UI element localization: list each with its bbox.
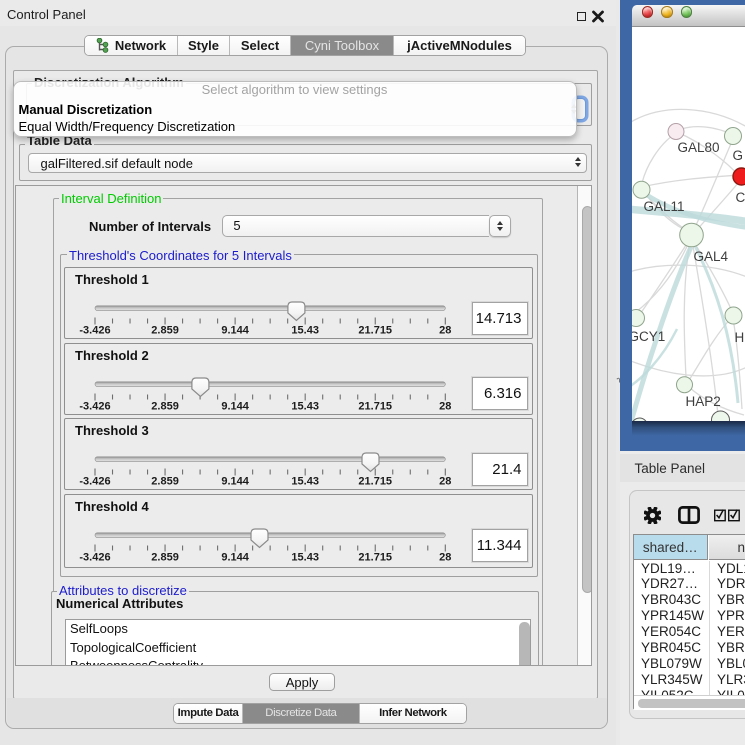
svg-text:9.144: 9.144 (221, 552, 249, 564)
svg-text:9.144: 9.144 (221, 325, 249, 337)
svg-text:GAL11: GAL11 (643, 199, 684, 214)
svg-text:21.715: 21.715 (358, 400, 392, 412)
svg-text:2.859: 2.859 (151, 325, 179, 337)
svg-text:HAP2: HAP2 (685, 394, 720, 409)
svg-text:28: 28 (439, 552, 451, 564)
svg-text:15.43: 15.43 (291, 552, 319, 564)
svg-text:9.144: 9.144 (221, 476, 249, 488)
svg-text:15.43: 15.43 (291, 325, 319, 337)
svg-text:15.43: 15.43 (291, 400, 319, 412)
svg-text:15.43: 15.43 (291, 476, 319, 488)
svg-text:2.859: 2.859 (151, 400, 179, 412)
svg-text:21.715: 21.715 (358, 476, 392, 488)
svg-text:28: 28 (439, 325, 451, 337)
svg-text:GAL80: GAL80 (677, 140, 719, 155)
svg-text:28: 28 (439, 400, 451, 412)
svg-text:28: 28 (439, 476, 451, 488)
svg-text:GAL4: GAL4 (693, 249, 728, 264)
svg-text:H: H (734, 330, 744, 345)
svg-text:21.715: 21.715 (358, 325, 392, 337)
svg-text:2.859: 2.859 (151, 476, 179, 488)
svg-text:-3.426: -3.426 (79, 476, 110, 488)
svg-text:-3.426: -3.426 (79, 325, 110, 337)
svg-text:-3.426: -3.426 (79, 552, 110, 564)
svg-text:-3.426: -3.426 (79, 400, 110, 412)
svg-text:G: G (732, 148, 743, 163)
svg-text:C: C (735, 190, 745, 205)
svg-text:21.715: 21.715 (358, 552, 392, 564)
svg-text:GCY1: GCY1 (632, 329, 665, 344)
svg-text:2.859: 2.859 (151, 552, 179, 564)
svg-text:9.144: 9.144 (221, 400, 249, 412)
